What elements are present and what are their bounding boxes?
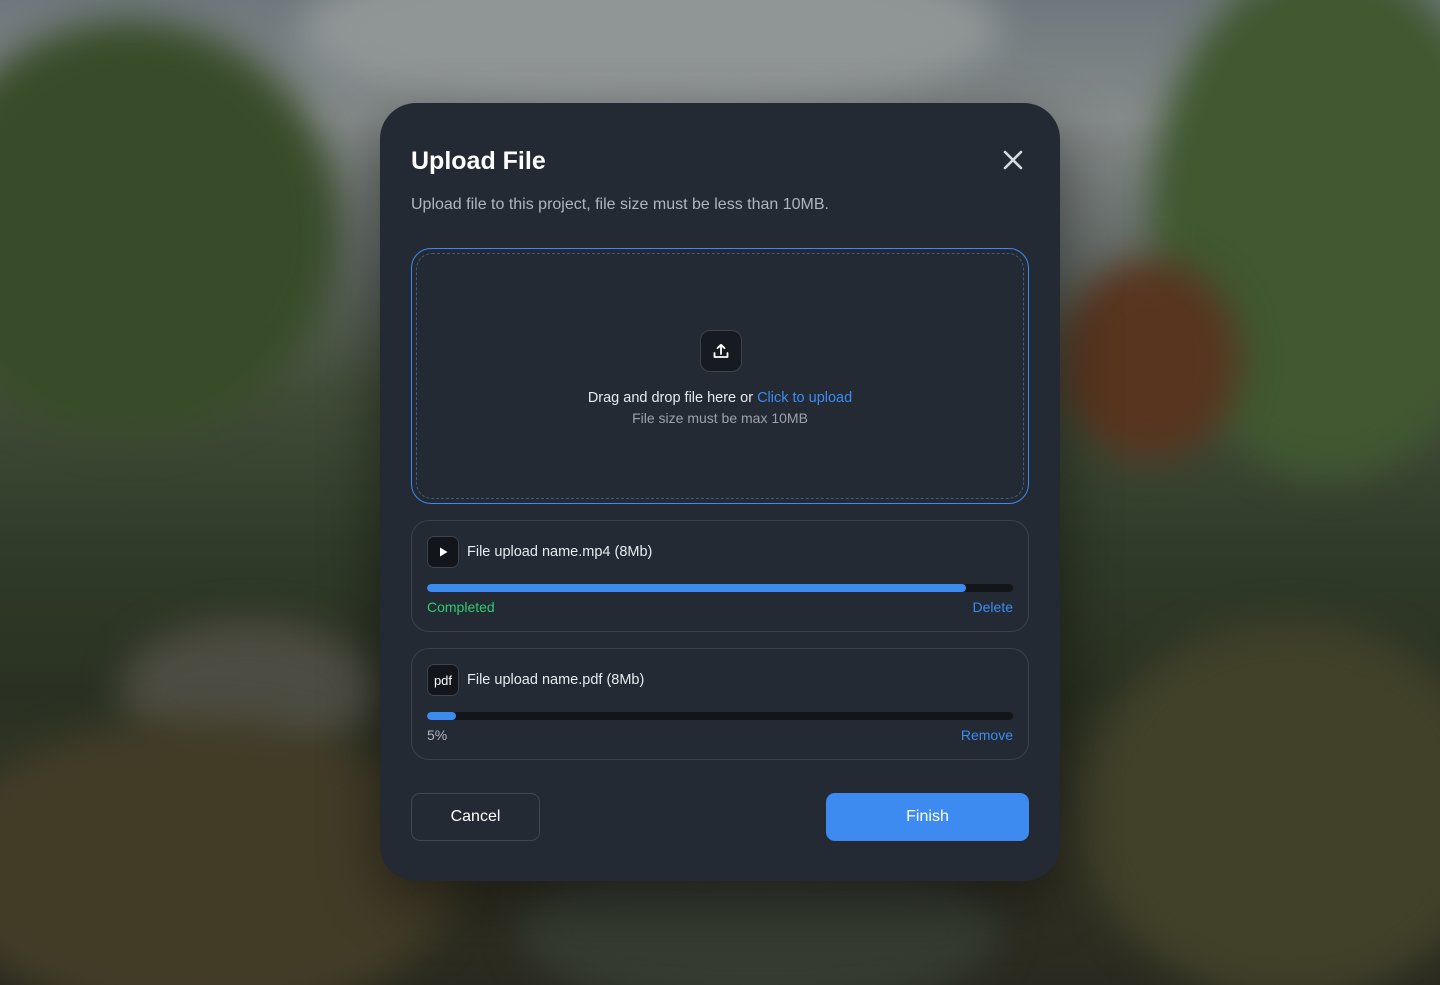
file-dropzone[interactable]: Drag and drop file here or Click to uplo… [411, 248, 1029, 504]
close-icon[interactable] [1002, 149, 1024, 171]
progress-fill [427, 584, 967, 592]
file-item: File upload name.mp4 (8Mb) Completed Del… [411, 520, 1029, 632]
dialog-subtitle: Upload file to this project, file size m… [411, 196, 829, 213]
file-item: pdf File upload name.pdf (8Mb) 5% Remove [411, 648, 1029, 760]
dialog-title: Upload File [411, 147, 546, 175]
upload-status: 5% [427, 727, 448, 743]
progress-fill [427, 712, 457, 720]
dropzone-hint: File size must be max 10MB [632, 410, 808, 426]
progress-bar [427, 584, 1013, 592]
progress-bar [427, 712, 1013, 720]
remove-button[interactable]: Remove [961, 727, 1013, 743]
click-to-upload-link[interactable]: Click to upload [757, 390, 852, 406]
upload-dialog: Upload File Upload file to this project,… [380, 103, 1060, 881]
dropzone-text: Drag and drop file here or Click to uplo… [587, 390, 853, 406]
file-name: File upload name.pdf (8Mb) [467, 672, 645, 688]
upload-icon [700, 330, 742, 372]
delete-button[interactable]: Delete [973, 599, 1013, 615]
pdf-file-icon: pdf [427, 664, 459, 696]
finish-button[interactable]: Finish [826, 793, 1029, 841]
cancel-button[interactable]: Cancel [411, 793, 540, 841]
play-icon [427, 536, 459, 568]
file-name: File upload name.mp4 (8Mb) [467, 544, 653, 560]
upload-status: Completed [427, 599, 495, 615]
